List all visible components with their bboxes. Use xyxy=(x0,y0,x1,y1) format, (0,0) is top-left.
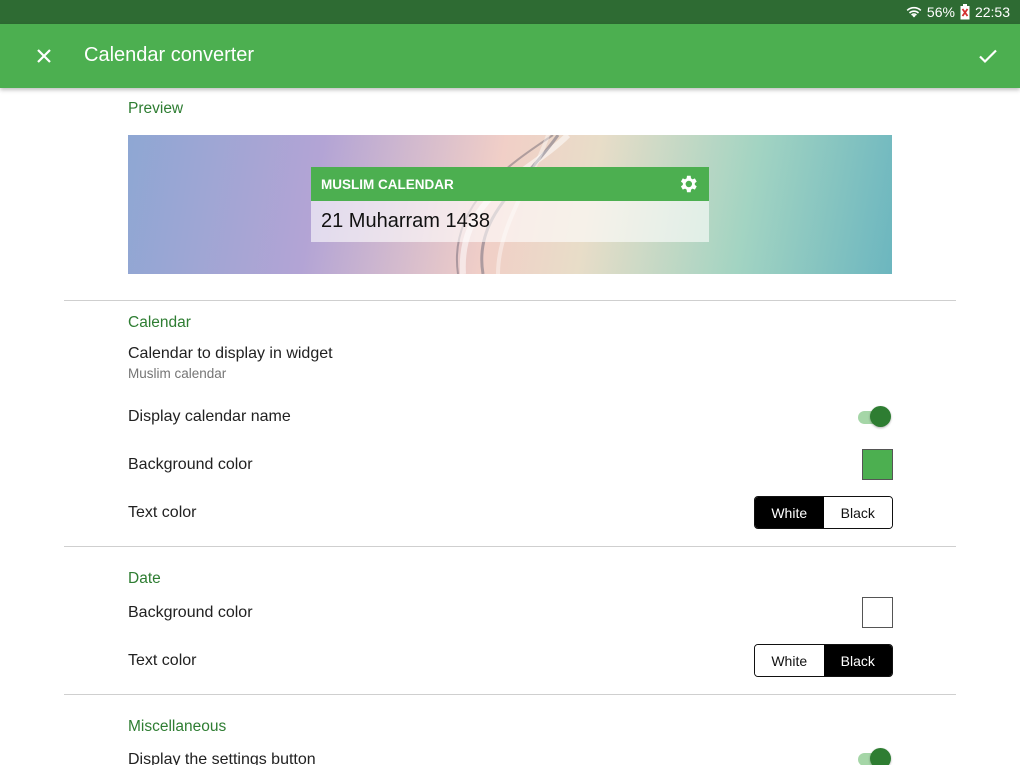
divider xyxy=(64,694,956,695)
divider xyxy=(64,300,956,301)
widget-header: MUSLIM CALENDAR xyxy=(311,167,709,201)
close-button[interactable] xyxy=(28,40,60,72)
calendar-background-color-swatch[interactable] xyxy=(862,449,893,480)
section-header-miscellaneous: Miscellaneous xyxy=(128,718,227,735)
calendar-background-color-label: Background color xyxy=(128,456,253,473)
calendar-to-display-label[interactable]: Calendar to display in widget xyxy=(128,345,333,363)
section-header-preview: Preview xyxy=(128,100,184,117)
gear-icon[interactable] xyxy=(677,173,699,195)
display-calendar-name-toggle[interactable] xyxy=(856,406,892,428)
calendar-to-display-value: Muslim calendar xyxy=(128,366,227,381)
wifi-icon xyxy=(906,6,922,18)
section-header-date: Date xyxy=(128,570,161,587)
battery-level: 56% xyxy=(926,4,955,20)
date-text-color-black[interactable]: Black xyxy=(823,645,892,676)
clock: 22:53 xyxy=(974,4,1010,20)
calendar-text-color-black[interactable]: Black xyxy=(823,497,892,528)
widget-preview: MUSLIM CALENDAR 21 Muharram 1438 xyxy=(128,135,892,274)
check-icon xyxy=(979,49,997,64)
page-title: Calendar converter xyxy=(84,44,255,66)
battery-icon xyxy=(960,4,970,20)
toggle-thumb xyxy=(870,406,891,427)
display-calendar-name-label: Display calendar name xyxy=(128,408,291,425)
calendar-text-color-label: Text color xyxy=(128,504,197,521)
date-background-color-swatch[interactable] xyxy=(862,597,893,628)
display-settings-button-toggle[interactable] xyxy=(856,748,892,765)
status-bar: 56% 22:53 xyxy=(0,0,1020,24)
app-bar: Calendar converter xyxy=(0,24,1020,88)
date-text-color-label: Text color xyxy=(128,652,197,669)
display-settings-button-label: Display the settings button xyxy=(128,751,316,765)
date-text-color-white[interactable]: White xyxy=(755,645,824,676)
date-background-color-label: Background color xyxy=(128,604,253,621)
widget-date: 21 Muharram 1438 xyxy=(311,201,709,242)
calendar-text-color-selector: White Black xyxy=(754,496,893,529)
widget-title: MUSLIM CALENDAR xyxy=(321,176,454,192)
confirm-button[interactable] xyxy=(972,40,1004,72)
calendar-text-color-white[interactable]: White xyxy=(755,497,824,528)
divider xyxy=(64,546,956,547)
close-icon xyxy=(37,49,51,63)
calendar-widget: MUSLIM CALENDAR 21 Muharram 1438 xyxy=(311,167,709,242)
date-text-color-selector: White Black xyxy=(754,644,893,677)
toggle-thumb xyxy=(870,748,891,765)
section-header-calendar: Calendar xyxy=(128,314,191,331)
